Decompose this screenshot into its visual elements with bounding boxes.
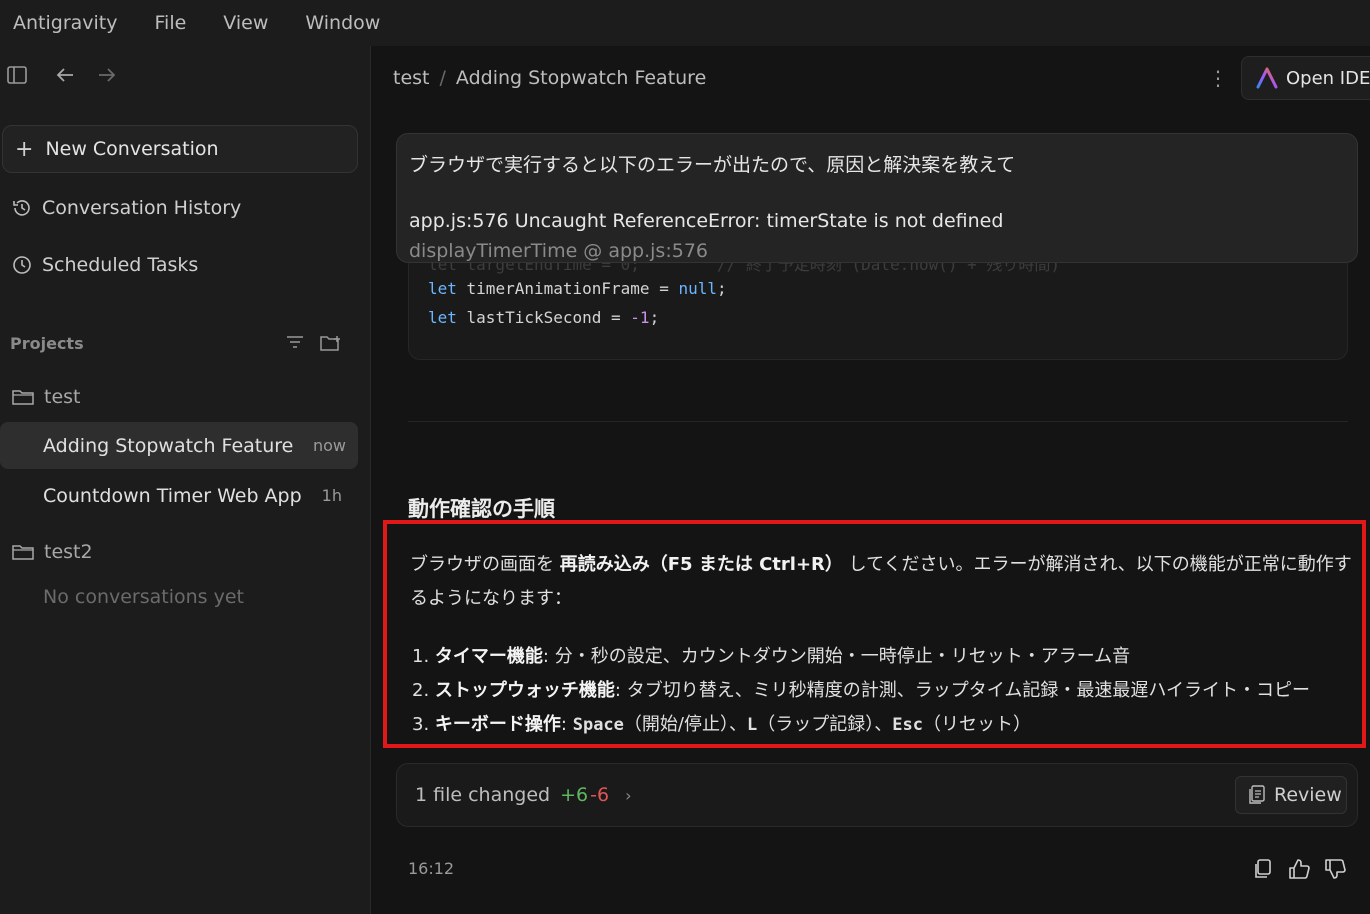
conversation-title: Adding Stopwatch Feature — [43, 434, 294, 457]
feature-list: 1. タイマー機能: 分・秒の設定、カウントダウン開始・一時停止・リセット・アラ… — [412, 640, 1357, 742]
breadcrumb-project[interactable]: test — [393, 67, 430, 89]
conversation-item-active[interactable]: Adding Stopwatch Feature now — [0, 422, 358, 469]
message-actions — [1252, 858, 1346, 884]
plus-icon: + — [15, 136, 34, 162]
project-folder-test[interactable]: test — [0, 377, 360, 417]
project-name: test2 — [44, 541, 93, 563]
menu-view[interactable]: View — [223, 12, 268, 34]
thumbs-up-icon[interactable] — [1288, 858, 1310, 884]
user-message: ブラウザで実行すると以下のエラーが出たので、原因と解決案を教えて app.js:… — [396, 133, 1358, 263]
new-conversation-button[interactable]: + New Conversation — [2, 125, 358, 173]
code-line: let timerAnimationFrame = null; — [428, 279, 727, 298]
files-changed-label: 1 file changed — [415, 784, 551, 806]
menu-window[interactable]: Window — [305, 12, 380, 34]
back-arrow-icon[interactable] — [54, 64, 76, 86]
copy-icon[interactable] — [1252, 858, 1274, 884]
conversation-item[interactable]: Countdown Timer Web App 1h — [0, 472, 358, 519]
sidebar-toolbar — [0, 60, 371, 94]
folder-icon — [12, 390, 34, 405]
folder-icon — [12, 545, 34, 560]
more-options-icon[interactable]: ⋮ — [1208, 64, 1228, 92]
list-item: 2. ストップウォッチ機能: タブ切り替え、ミリ秒精度の計測、ラップタイム記録・… — [412, 680, 1310, 701]
reload-instruction: 再読み込み（F5 または Ctrl+R） — [559, 554, 843, 575]
message-timestamp: 16:12 — [408, 859, 455, 878]
menu-bar: Antigravity File View Window — [0, 0, 1370, 46]
antigravity-logo-icon — [1256, 67, 1278, 89]
files-changed-bar[interactable]: 1 file changed +6 -6 › Review — [396, 763, 1358, 827]
conversation-history-link[interactable]: Conversation History — [0, 188, 360, 228]
user-message-line: ブラウザで実行すると以下のエラーが出たので、原因と解決案を教えて — [409, 154, 1016, 176]
breadcrumb-separator: / — [439, 67, 446, 89]
new-conversation-label: New Conversation — [45, 138, 219, 160]
clock-icon — [13, 256, 31, 274]
open-ide-label: Open IDE — [1286, 67, 1370, 89]
thumbs-down-icon[interactable] — [1324, 858, 1346, 884]
main-panel: test / Adding Stopwatch Feature ⋮ Open IDE… — [372, 46, 1370, 914]
review-label: Review — [1274, 784, 1342, 806]
forward-arrow-icon[interactable] — [96, 64, 118, 86]
filter-icon[interactable] — [286, 334, 304, 356]
user-message-line: displayTimerTime @ app.js:576 — [409, 240, 708, 262]
response-paragraph: ブラウザの画面を 再読み込み（F5 または Ctrl+R） してください。エラー… — [410, 554, 1352, 609]
history-icon — [13, 200, 30, 216]
project-name: test — [44, 386, 81, 408]
menu-antigravity[interactable]: Antigravity — [13, 12, 118, 34]
section-heading: 動作確認の手順 — [408, 497, 555, 521]
list-item: 1. タイマー機能: 分・秒の設定、カウントダウン開始・一時停止・リセット・アラ… — [412, 646, 1131, 667]
chevron-right-icon[interactable]: › — [625, 786, 631, 805]
toggle-sidebar-icon[interactable] — [6, 64, 28, 86]
new-folder-icon[interactable] — [320, 334, 342, 356]
conversation-time: 1h — [321, 486, 342, 505]
conversation-history-label: Conversation History — [42, 197, 242, 219]
review-icon — [1249, 785, 1265, 804]
scheduled-tasks-label: Scheduled Tasks — [42, 254, 199, 276]
highlight-box: ブラウザの画面を 再読み込み（F5 または Ctrl+R） してください。エラー… — [383, 520, 1366, 748]
scheduled-tasks-link[interactable]: Scheduled Tasks — [0, 245, 360, 285]
user-message-line: app.js:576 Uncaught ReferenceError: time… — [409, 210, 1004, 232]
breadcrumb: test / Adding Stopwatch Feature — [393, 67, 706, 89]
breadcrumb-title: Adding Stopwatch Feature — [455, 67, 707, 89]
divider — [408, 421, 1348, 422]
code-line: let lastTickSecond = -1; — [428, 308, 660, 327]
projects-label: Projects — [10, 334, 84, 353]
lines-removed: -6 — [590, 784, 610, 806]
conversation-time: now — [312, 436, 346, 455]
sidebar: + New Conversation Conversation History … — [0, 46, 371, 914]
project-folder-test2[interactable]: test2 — [0, 532, 360, 572]
conversation-title: Countdown Timer Web App — [43, 484, 302, 507]
review-button[interactable]: Review — [1235, 776, 1347, 814]
menu-file[interactable]: File — [155, 12, 187, 34]
open-ide-button[interactable]: Open IDE — [1241, 56, 1370, 100]
lines-added: +6 — [560, 784, 589, 806]
projects-header: Projects — [10, 334, 350, 358]
no-conversations-text: No conversations yet — [43, 586, 244, 608]
list-item: 3. キーボード操作: Space（開始/停止）、L（ラップ記録）、Esc（リセ… — [412, 714, 1031, 735]
